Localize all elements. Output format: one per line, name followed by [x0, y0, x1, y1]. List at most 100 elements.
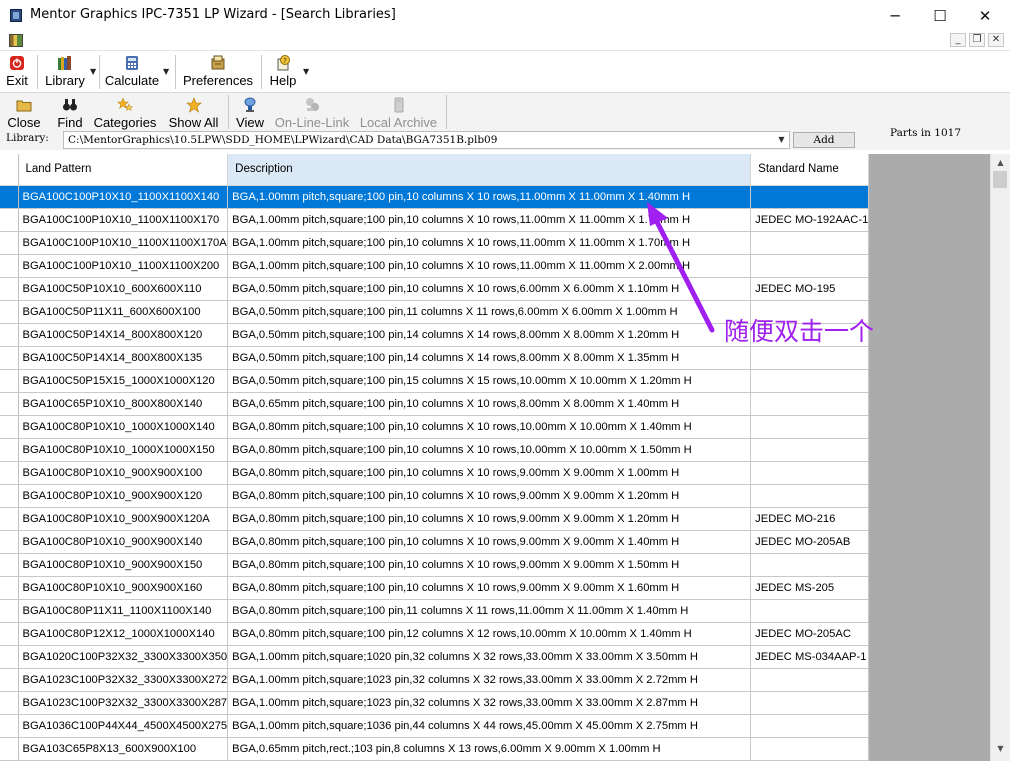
row-header[interactable] — [0, 415, 19, 439]
row-header[interactable] — [0, 576, 19, 600]
table-row[interactable]: BGA1023C100P32X32_3300X3300X272 BGA,1.00m… — [0, 668, 870, 692]
cell-standard-name[interactable]: JEDEC MO-216 — [750, 507, 870, 531]
cell-description[interactable]: BGA,1.00mm pitch,square;1036 pin,44 colu… — [227, 714, 752, 738]
cell-description[interactable]: BGA,0.80mm pitch,square;100 pin,10 colum… — [227, 553, 752, 577]
row-header[interactable] — [0, 185, 19, 209]
chevron-down-icon[interactable]: ▼ — [163, 67, 169, 76]
cell-land-pattern[interactable]: BGA100C100P10X10_1100X1100X170 — [18, 208, 229, 232]
cell-description[interactable]: BGA,1.00mm pitch,square;100 pin,10 colum… — [227, 254, 752, 278]
cell-standard-name[interactable] — [750, 484, 870, 508]
row-header[interactable] — [0, 599, 19, 623]
add-button[interactable]: Add — [793, 132, 855, 148]
table-row[interactable]: BGA100C80P10X10_1000X1000X140 BGA,0.80mm … — [0, 415, 870, 439]
cell-description[interactable]: BGA,1.00mm pitch,square;100 pin,10 colum… — [227, 208, 752, 232]
chevron-down-icon[interactable]: ▼ — [303, 67, 309, 76]
row-header[interactable] — [0, 392, 19, 416]
scroll-up-arrow-icon[interactable]: ▲ — [991, 154, 1010, 171]
land-pattern-grid[interactable]: Land Pattern Description Standard Name B… — [0, 154, 990, 761]
scroll-down-arrow-icon[interactable]: ▼ — [991, 740, 1010, 757]
cell-land-pattern[interactable]: BGA100C80P10X10_900X900X150 — [18, 553, 229, 577]
table-row[interactable]: BGA100C80P10X10_900X900X100 BGA,0.80mm pi… — [0, 461, 870, 485]
table-row[interactable]: BGA100C50P10X10_600X600X110 BGA,0.50mm pi… — [0, 277, 870, 301]
row-header[interactable] — [0, 323, 19, 347]
cell-land-pattern[interactable]: BGA1023C100P32X32_3300X3300X287 — [18, 691, 229, 715]
cell-description[interactable]: BGA,1.00mm pitch,square;1023 pin,32 colu… — [227, 691, 752, 715]
cell-land-pattern[interactable]: BGA100C80P10X10_900X900X100 — [18, 461, 229, 485]
column-header-land-pattern[interactable]: Land Pattern — [18, 154, 229, 186]
row-header[interactable] — [0, 737, 19, 761]
row-header[interactable] — [0, 530, 19, 554]
cell-description[interactable]: BGA,0.50mm pitch,square;100 pin,14 colum… — [227, 346, 752, 370]
cell-standard-name[interactable] — [750, 346, 870, 370]
cell-standard-name[interactable] — [750, 185, 870, 209]
cell-standard-name[interactable] — [750, 415, 870, 439]
chevron-down-icon[interactable]: ▼ — [90, 67, 96, 76]
row-header[interactable] — [0, 277, 19, 301]
table-row[interactable]: BGA100C100P10X10_1100X1100X170 BGA,1.00mm… — [0, 208, 870, 232]
cell-standard-name[interactable] — [750, 254, 870, 278]
chevron-down-icon[interactable]: ▼ — [775, 133, 788, 147]
library-path-select[interactable]: C:\MentorGraphics\10.5LPW\SDD_HOME\LPWiz… — [63, 131, 790, 149]
column-header-description[interactable]: Description — [227, 154, 752, 186]
row-header[interactable] — [0, 484, 19, 508]
cell-standard-name[interactable]: JEDEC MO-205AC — [750, 622, 870, 646]
row-header[interactable] — [0, 714, 19, 738]
table-row[interactable]: BGA1020C100P32X32_3300X3300X350 BGA,1.00m… — [0, 645, 870, 669]
cell-standard-name[interactable] — [750, 737, 870, 761]
cell-description[interactable]: BGA,0.50mm pitch,square;100 pin,14 colum… — [227, 323, 752, 347]
cell-land-pattern[interactable]: BGA1023C100P32X32_3300X3300X272 — [18, 668, 229, 692]
row-header[interactable] — [0, 438, 19, 462]
table-row[interactable]: BGA100C80P10X10_1000X1000X150 BGA,0.80mm … — [0, 438, 870, 462]
cell-description[interactable]: BGA,0.50mm pitch,square;100 pin,10 colum… — [227, 277, 752, 301]
cell-description[interactable]: BGA,1.00mm pitch,square;1023 pin,32 colu… — [227, 668, 752, 692]
cell-land-pattern[interactable]: BGA100C65P10X10_800X800X140 — [18, 392, 229, 416]
minimize-button[interactable]: ─ — [872, 0, 918, 31]
table-row[interactable]: BGA1036C100P44X44_4500X4500X275 BGA,1.00m… — [0, 714, 870, 738]
toolbar-view-button[interactable]: View — [234, 95, 266, 131]
scroll-thumb[interactable] — [993, 171, 1007, 188]
table-row[interactable]: BGA100C50P14X14_800X800X135 BGA,0.50mm pi… — [0, 346, 870, 370]
toolbar-find-button[interactable]: Find — [56, 95, 84, 131]
table-row[interactable]: BGA100C100P10X10_1100X1100X140 BGA,1.00mm… — [0, 185, 870, 209]
cell-standard-name[interactable] — [750, 691, 870, 715]
table-row[interactable]: BGA100C100P10X10_1100X1100X200 BGA,1.00mm… — [0, 254, 870, 278]
cell-description[interactable]: BGA,0.50mm pitch,square;100 pin,15 colum… — [227, 369, 752, 393]
mdi-child-icon[interactable] — [9, 34, 23, 47]
toolbar-show-all-button[interactable]: Show All — [167, 95, 220, 131]
table-row[interactable]: BGA100C100P10X10_1100X1100X170A BGA,1.00m… — [0, 231, 870, 255]
toolbar-local-archive-button[interactable]: Local Archive — [359, 95, 438, 131]
toolbar-close-button[interactable]: Close — [7, 95, 41, 131]
cell-standard-name[interactable] — [750, 461, 870, 485]
table-row[interactable]: BGA100C65P10X10_800X800X140 BGA,0.65mm pi… — [0, 392, 870, 416]
column-header-standard-name[interactable]: Standard Name — [750, 154, 870, 186]
row-header[interactable] — [0, 668, 19, 692]
cell-standard-name[interactable]: JEDEC MS-205 — [750, 576, 870, 600]
cell-land-pattern[interactable]: BGA1036C100P44X44_4500X4500X275 — [18, 714, 229, 738]
menu-exit[interactable]: Exit — [5, 53, 29, 91]
cell-standard-name[interactable] — [750, 553, 870, 577]
cell-description[interactable]: BGA,0.80mm pitch,square;100 pin,10 colum… — [227, 530, 752, 554]
cell-standard-name[interactable] — [750, 599, 870, 623]
cell-land-pattern[interactable]: BGA100C80P10X10_1000X1000X150 — [18, 438, 229, 462]
cell-standard-name[interactable] — [750, 438, 870, 462]
cell-standard-name[interactable] — [750, 668, 870, 692]
cell-land-pattern[interactable]: BGA103C65P8X13_600X900X100 — [18, 737, 229, 761]
cell-description[interactable]: BGA,0.80mm pitch,square;100 pin,10 colum… — [227, 415, 752, 439]
table-row[interactable]: BGA100C80P10X10_900X900X140 BGA,0.80mm pi… — [0, 530, 870, 554]
cell-description[interactable]: BGA,0.80mm pitch,square;100 pin,10 colum… — [227, 507, 752, 531]
cell-description[interactable]: BGA,0.80mm pitch,square;100 pin,11 colum… — [227, 599, 752, 623]
cell-land-pattern[interactable]: BGA100C50P11X11_600X600X100 — [18, 300, 229, 324]
menu-calculate[interactable]: Calculate — [104, 53, 160, 91]
row-header[interactable] — [0, 346, 19, 370]
cell-land-pattern[interactable]: BGA100C100P10X10_1100X1100X170A — [18, 231, 229, 255]
row-header[interactable] — [0, 461, 19, 485]
cell-description[interactable]: BGA,1.00mm pitch,square;100 pin,10 colum… — [227, 231, 752, 255]
cell-standard-name[interactable] — [750, 714, 870, 738]
cell-standard-name[interactable]: JEDEC MO-205AB — [750, 530, 870, 554]
table-row[interactable]: BGA100C80P10X10_900X900X150 BGA,0.80mm pi… — [0, 553, 870, 577]
row-header[interactable] — [0, 553, 19, 577]
cell-standard-name[interactable]: JEDEC MO-192AAC-1 — [750, 208, 870, 232]
cell-description[interactable]: BGA,0.80mm pitch,square;100 pin,10 colum… — [227, 461, 752, 485]
cell-standard-name[interactable] — [750, 231, 870, 255]
cell-standard-name[interactable]: JEDEC MS-034AAP-1 — [750, 645, 870, 669]
